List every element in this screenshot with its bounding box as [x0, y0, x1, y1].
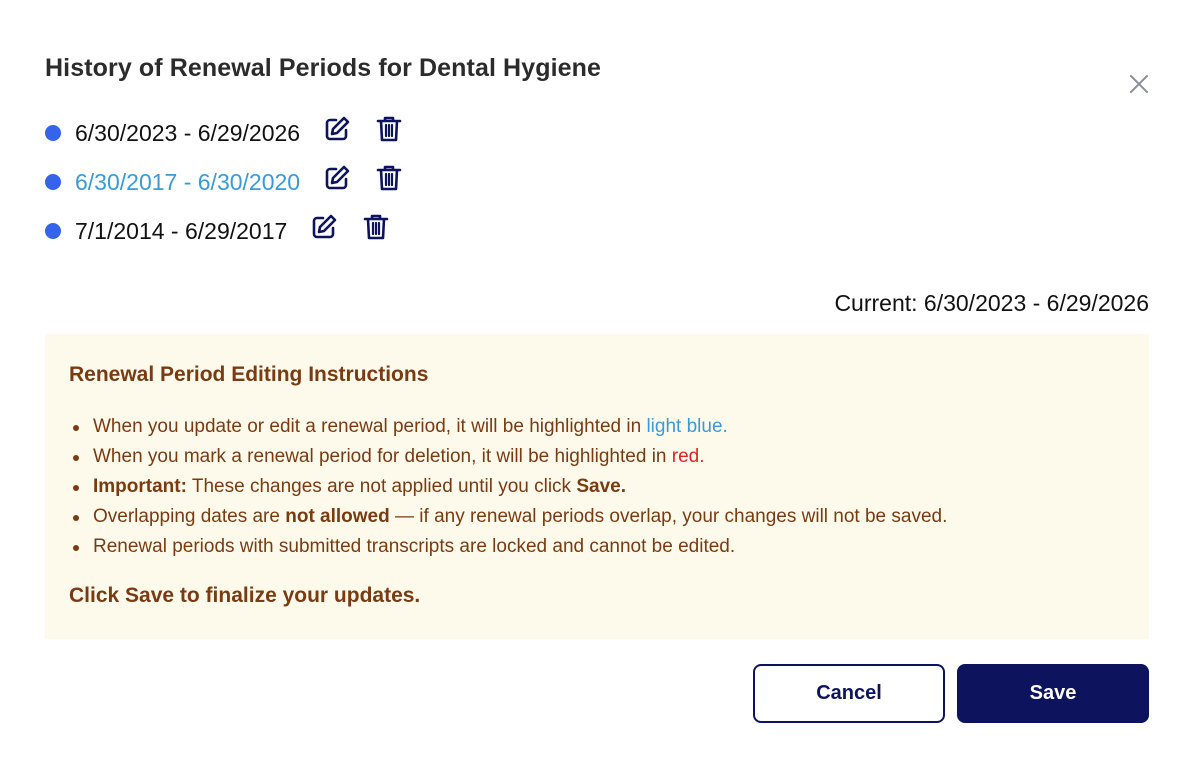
save-button[interactable]: Save — [957, 664, 1149, 723]
close-button[interactable] — [1127, 72, 1151, 96]
instructions-panel: Renewal Period Editing Instructions When… — [45, 334, 1149, 639]
renewal-period-item: 6/30/2017 - 6/30/2020 — [45, 162, 404, 202]
instruction-item: Renewal periods with submitted transcrip… — [69, 533, 947, 563]
delete-period-button[interactable] — [374, 114, 404, 144]
red-highlight: red. — [671, 446, 705, 467]
delete-period-button[interactable] — [361, 212, 391, 242]
instruction-item: When you update or edit a renewal period… — [69, 413, 947, 443]
renewal-period-item: 7/1/2014 - 6/29/2017 — [45, 211, 391, 251]
instructions-title: Renewal Period Editing Instructions — [69, 363, 429, 386]
trash-icon — [376, 116, 402, 142]
renewal-period-item: 6/30/2023 - 6/29/2026 — [45, 113, 404, 153]
edit-icon — [325, 116, 350, 141]
edit-period-button[interactable] — [309, 212, 339, 242]
edit-period-button[interactable] — [322, 163, 352, 193]
modal-title: History of Renewal Periods for Dental Hy… — [45, 54, 602, 82]
instructions-footer: Click Save to finalize your updates. — [69, 584, 421, 607]
renewal-period-range: 6/30/2023 - 6/29/2026 — [75, 119, 301, 146]
bullet-dot — [45, 125, 61, 141]
instruction-item: When you mark a renewal period for delet… — [69, 443, 947, 473]
instructions-list: When you update or edit a renewal period… — [69, 413, 947, 563]
delete-period-button[interactable] — [374, 163, 404, 193]
edit-icon — [325, 165, 350, 190]
close-icon — [1130, 75, 1148, 93]
trash-icon — [363, 214, 389, 240]
instruction-item: Important: These changes are not applied… — [69, 473, 947, 503]
bullet-dot — [45, 223, 61, 239]
edit-icon — [312, 214, 337, 239]
bullet-dot — [45, 174, 61, 190]
renewal-period-range: 7/1/2014 - 6/29/2017 — [75, 217, 288, 244]
renewal-period-range: 6/30/2017 - 6/30/2020 — [75, 168, 301, 195]
current-period-label: Current: 6/30/2023 - 6/29/2026 — [834, 290, 1149, 316]
edit-period-button[interactable] — [322, 114, 352, 144]
light-blue-highlight: light blue. — [646, 416, 728, 437]
renewal-history-modal: History of Renewal Periods for Dental Hy… — [0, 0, 1190, 774]
instruction-item: Overlapping dates are not allowed — if a… — [69, 503, 947, 533]
trash-icon — [376, 165, 402, 191]
cancel-button[interactable]: Cancel — [753, 664, 945, 723]
